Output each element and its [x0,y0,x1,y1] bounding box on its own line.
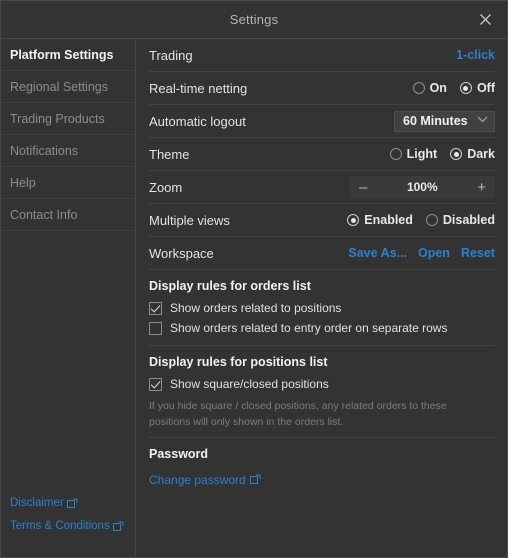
realtime-netting-option-on[interactable]: On [412,81,447,95]
window-body: Platform Settings Regional Settings Trad… [1,39,507,557]
workspace-actions: Save As... Open Reset [348,246,495,260]
automatic-logout-select[interactable]: 60 Minutes [394,110,495,132]
radio-label: On [429,81,447,95]
workspace-reset-link[interactable]: Reset [461,246,495,260]
orders-rules-title: Display rules for orders list [149,279,311,293]
theme-radio-group: Light Dark [389,147,495,161]
radio-label: Enabled [364,213,413,227]
sidebar-item-label: Platform Settings [10,47,114,62]
section-password: Password Change password [149,438,495,489]
section-orders-rules: Display rules for orders list Show order… [149,270,495,346]
workspace-save-as-link[interactable]: Save As... [348,246,407,260]
sidebar-item-platform-settings[interactable]: Platform Settings [1,39,135,71]
external-link-icon [66,498,78,509]
multiple-views-radio-group: Enabled Disabled [347,213,495,227]
row-workspace: Workspace Save As... Open Reset [149,237,495,270]
radio-icon [425,214,438,226]
checkbox-unchecked-icon [149,321,162,335]
checkbox-checked-icon [149,301,162,315]
row-trading: Trading 1-click [149,39,495,72]
row-realtime-netting: Real-time netting On Off [149,72,495,105]
sidebar: Platform Settings Regional Settings Trad… [1,39,136,557]
password-title: Password [149,446,209,461]
zoom-decrease-button[interactable]: – [359,180,367,195]
realtime-netting-label: Real-time netting [149,80,248,96]
zoom-increase-button[interactable]: + [477,180,486,195]
positions-rules-note: If you hide square / closed positions, a… [149,400,447,429]
checkbox-show-orders-entry-separate-rows[interactable]: Show orders related to entry order on se… [149,318,495,338]
radio-selected-icon [347,214,360,226]
zoom-value: 100% [406,180,438,194]
radio-icon [412,82,425,94]
external-link-icon [112,521,124,532]
automatic-logout-label: Automatic logout [149,113,246,129]
realtime-netting-option-off[interactable]: Off [459,81,495,95]
window-title: Settings [229,12,279,27]
radio-selected-icon [459,82,472,94]
section-positions-rules: Display rules for positions list Show sq… [149,346,495,438]
close-icon[interactable] [469,4,501,34]
disclaimer-link[interactable]: Disclaimer [10,497,135,509]
radio-label: Dark [467,147,495,161]
sidebar-item-notifications[interactable]: Notifications [1,135,135,167]
theme-option-dark[interactable]: Dark [450,147,495,161]
multiple-views-label: Multiple views [149,212,230,228]
external-link-icon [249,474,261,485]
close-glyph [479,13,491,25]
theme-option-light[interactable]: Light [389,147,438,161]
row-zoom: Zoom – 100% + [149,171,495,204]
theme-label: Theme [149,146,190,162]
sidebar-item-label: Notifications [10,143,79,158]
checkbox-show-square-closed-positions[interactable]: Show square/closed positions [149,374,495,394]
change-password-link[interactable]: Change password [149,473,261,487]
radio-label: Light [406,147,438,161]
sidebar-item-label: Trading Products [10,111,105,126]
main-content: Trading 1-click Real-time netting On Off [136,39,507,557]
change-password-label: Change password [149,472,246,487]
sidebar-item-label: Regional Settings [10,79,108,94]
chevron-down-icon [477,116,488,126]
sidebar-item-label: Help [10,175,36,190]
radio-label: Disabled [442,213,495,227]
checkbox-checked-icon [149,377,162,391]
sidebar-item-contact-info[interactable]: Contact Info [1,199,135,231]
radio-selected-icon [450,148,463,160]
checkbox-label: Show orders related to positions [170,301,342,315]
sidebar-item-regional-settings[interactable]: Regional Settings [1,71,135,103]
title-bar: Settings [1,1,507,39]
checkbox-label: Show square/closed positions [170,377,329,391]
zoom-label: Zoom [149,179,183,195]
radio-label: Off [476,81,495,95]
trading-label: Trading [149,47,193,63]
multiple-views-option-disabled[interactable]: Disabled [425,213,495,227]
multiple-views-option-enabled[interactable]: Enabled [347,213,413,227]
checkbox-show-orders-related-to-positions[interactable]: Show orders related to positions [149,298,495,318]
positions-rules-title: Display rules for positions list [149,355,328,369]
row-automatic-logout: Automatic logout 60 Minutes [149,105,495,138]
automatic-logout-value: 60 Minutes [403,114,468,128]
workspace-label: Workspace [149,245,214,261]
terms-conditions-link-label: Terms & Conditions [10,520,110,532]
checkbox-label: Show orders related to entry order on se… [170,321,448,335]
sidebar-footer-links: Disclaimer Terms & Conditions [1,497,135,557]
one-click-trading-link[interactable]: 1-click [456,48,495,62]
zoom-stepper: – 100% + [350,176,495,198]
disclaimer-link-label: Disclaimer [10,497,64,509]
sidebar-item-trading-products[interactable]: Trading Products [1,103,135,135]
settings-window: Settings Platform Settings Regional Sett… [0,0,508,558]
radio-icon [389,148,402,160]
sidebar-item-label: Contact Info [10,207,78,222]
terms-conditions-link[interactable]: Terms & Conditions [10,520,135,532]
realtime-netting-radio-group: On Off [412,81,495,95]
sidebar-item-help[interactable]: Help [1,167,135,199]
row-theme: Theme Light Dark [149,138,495,171]
workspace-open-link[interactable]: Open [418,246,450,260]
row-multiple-views: Multiple views Enabled Disabled [149,204,495,237]
